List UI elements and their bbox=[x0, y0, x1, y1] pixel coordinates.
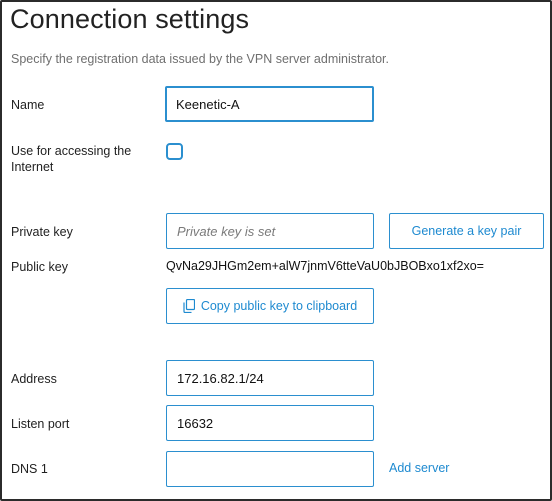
public-key-value: QvNa29JHGm2em+alW7jnmV6tteVaU0bJBOBxo1xf… bbox=[166, 259, 484, 273]
internet-label: Use for accessing the Internet bbox=[11, 143, 131, 175]
internet-label-line2: Internet bbox=[11, 160, 54, 174]
listen-port-input[interactable] bbox=[166, 405, 374, 441]
copy-public-key-label: Copy public key to clipboard bbox=[200, 299, 358, 313]
name-input[interactable] bbox=[165, 86, 374, 122]
copy-public-key-button[interactable]: Copy public key to clipboard bbox=[166, 288, 374, 324]
copy-icon bbox=[183, 298, 195, 314]
address-label: Address bbox=[11, 372, 57, 386]
name-label: Name bbox=[11, 98, 45, 112]
public-key-label: Public key bbox=[11, 260, 68, 274]
private-key-input[interactable] bbox=[166, 213, 374, 249]
internet-label-line1: Use for accessing the bbox=[11, 144, 132, 158]
page-subtitle: Specify the registration data issued by … bbox=[11, 52, 389, 66]
dns1-label: DNS 1 bbox=[11, 462, 48, 476]
internet-checkbox[interactable] bbox=[166, 143, 183, 160]
page-title: Connection settings bbox=[10, 4, 250, 34]
generate-key-pair-button[interactable]: Generate a key pair bbox=[389, 213, 544, 249]
private-key-label: Private key bbox=[11, 225, 73, 239]
add-server-link[interactable]: Add server bbox=[389, 461, 449, 475]
address-input[interactable] bbox=[166, 360, 374, 396]
generate-key-pair-label: Generate a key pair bbox=[411, 224, 522, 238]
dns1-input[interactable] bbox=[166, 451, 374, 487]
listen-port-label: Listen port bbox=[11, 417, 70, 431]
